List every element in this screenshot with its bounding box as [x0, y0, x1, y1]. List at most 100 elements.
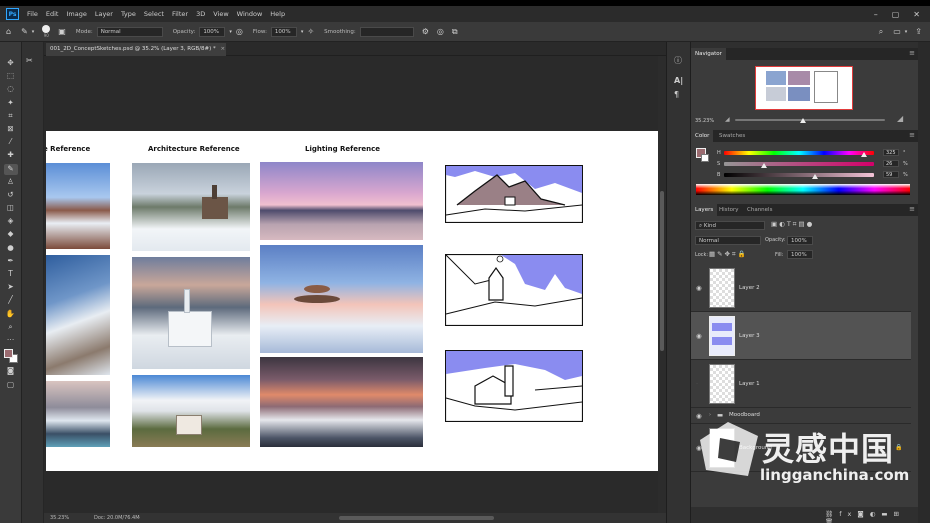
saturation-slider[interactable]	[724, 162, 874, 166]
layer-row-layer-3[interactable]: ◉ Layer 3	[691, 312, 911, 360]
brush-tool-icon[interactable]: ✎	[21, 27, 28, 37]
fill-input[interactable]: 100%	[787, 250, 813, 259]
menu-select[interactable]: Select	[144, 10, 164, 18]
close-tab-icon[interactable]: ×	[221, 46, 226, 52]
chevron-down-icon[interactable]: ▾	[32, 27, 35, 37]
opacity-chevron-icon[interactable]: ▾	[229, 27, 232, 37]
marquee-tool-icon[interactable]: ⬚	[4, 71, 18, 82]
brightness-slider[interactable]	[724, 173, 874, 177]
saturation-value[interactable]: 26	[883, 160, 899, 167]
pen-tool-icon[interactable]: ✒	[4, 256, 18, 267]
layer-filter-kind[interactable]: ⌕ Kind	[695, 221, 765, 230]
flow-input[interactable]: 100%	[270, 26, 297, 37]
screen-mode-icon[interactable]: ▢	[4, 380, 18, 391]
layer-opacity-input[interactable]: 100%	[787, 236, 813, 245]
eraser-icon[interactable]: ◫	[4, 203, 18, 214]
panel-menu-icon[interactable]: ≡	[909, 49, 915, 57]
workspace-chevron-icon[interactable]: ▾	[905, 27, 908, 37]
move-tool-icon[interactable]: ✥	[4, 58, 18, 69]
layer-filter-icons[interactable]: ▣◐T⌗▤●	[771, 220, 814, 229]
magic-wand-icon[interactable]: ✦	[4, 98, 18, 109]
more-tools-icon[interactable]: ⋯	[4, 335, 18, 346]
moodboard-artboard[interactable]: e Reference Architecture Reference Light…	[46, 131, 658, 471]
channels-tab[interactable]: Channels	[743, 204, 776, 216]
horizontal-scroll-thumb[interactable]	[339, 516, 494, 520]
zoom-tool-icon[interactable]: ⌕	[4, 322, 18, 333]
lock-icons[interactable]: ▦✎✥⌗🔒	[709, 250, 748, 259]
menu-edit[interactable]: Edit	[46, 10, 59, 18]
color-swatches[interactable]	[3, 348, 19, 364]
vertical-scroll-thumb[interactable]	[660, 191, 664, 351]
menu-window[interactable]: Window	[237, 10, 263, 18]
swatches-tab[interactable]: Swatches	[715, 130, 749, 142]
brush-settings-icon[interactable]: ▣	[58, 27, 66, 37]
clone-stamp-icon[interactable]: ♙	[4, 177, 18, 188]
info-icon[interactable]: ⓘ	[674, 56, 682, 66]
menu-image[interactable]: Image	[66, 10, 86, 18]
crop-tool-icon[interactable]: ⌗	[4, 111, 18, 122]
history-brush-icon[interactable]: ↺	[4, 190, 18, 201]
blend-mode-select[interactable]: Normal	[695, 236, 761, 245]
quick-mask-icon[interactable]: ◙	[4, 366, 18, 377]
saturation-knob[interactable]	[761, 163, 767, 168]
color-panel-menu-icon[interactable]: ≡	[909, 131, 915, 139]
pressure-size-icon[interactable]: ◎	[437, 27, 444, 37]
eyedropper-icon[interactable]: ⁄	[4, 137, 18, 148]
mode-select[interactable]: Normal	[96, 26, 163, 37]
layers-tab[interactable]: Layers	[691, 204, 718, 216]
history-tab[interactable]: History	[715, 204, 743, 216]
hand-tool-icon[interactable]: ✋	[4, 309, 18, 320]
color-spectrum-ramp[interactable]	[696, 184, 910, 195]
color-tab[interactable]: Color	[691, 130, 714, 142]
home-icon[interactable]: ⌂	[6, 27, 11, 37]
blur-tool-icon[interactable]: ◆	[4, 229, 18, 240]
maximize-button[interactable]: ▢	[892, 10, 900, 19]
brightness-knob[interactable]	[812, 174, 818, 179]
symmetry-icon[interactable]: ⧉	[452, 27, 458, 37]
share-icon[interactable]: ⇪	[915, 27, 922, 37]
menu-view[interactable]: View	[213, 10, 228, 18]
zoom-in-icon[interactable]: ◢	[897, 114, 903, 123]
smoothing-input[interactable]	[359, 26, 414, 37]
brush-tool-icon[interactable]: ✎	[3, 163, 18, 175]
layer-name[interactable]: Layer 3	[739, 333, 760, 339]
type-tool-icon[interactable]: T	[4, 269, 18, 280]
pressure-opacity-icon[interactable]: ◎	[236, 27, 243, 37]
airbrush-icon[interactable]: ✧	[307, 27, 314, 37]
menu-help[interactable]: Help	[270, 10, 285, 18]
healing-brush-icon[interactable]: ✚	[4, 150, 18, 161]
path-selection-icon[interactable]: ➤	[4, 282, 18, 293]
opacity-input[interactable]: 100%	[199, 26, 226, 37]
menu-filter[interactable]: Filter	[172, 10, 188, 18]
hue-knob[interactable]	[861, 152, 867, 157]
brightness-value[interactable]: 59	[883, 171, 899, 178]
menu-type[interactable]: Type	[121, 10, 136, 18]
visibility-eye-icon[interactable]: ◉	[696, 332, 702, 340]
flow-chevron-icon[interactable]: ▾	[301, 27, 304, 37]
layer-name[interactable]: Layer 2	[739, 285, 760, 291]
dodge-tool-icon[interactable]: ●	[4, 243, 18, 254]
navigator-tab[interactable]: Navigator	[691, 48, 726, 60]
paint-bucket-icon[interactable]: ◈	[4, 216, 18, 227]
search-icon[interactable]: ⌕	[879, 27, 883, 37]
status-chevron-icon[interactable]: ›	[138, 513, 140, 523]
zoom-out-icon[interactable]: ◢	[725, 116, 730, 123]
line-tool-icon[interactable]: ╱	[4, 295, 18, 306]
layers-panel-menu-icon[interactable]: ≡	[909, 205, 915, 213]
scissors-icon[interactable]: ✂	[26, 56, 33, 66]
menu-3d[interactable]: 3D	[196, 10, 205, 18]
close-window-button[interactable]: ✕	[913, 10, 920, 19]
navigator-zoom-knob[interactable]	[800, 118, 806, 123]
navigator-preview[interactable]	[755, 66, 853, 110]
menu-layer[interactable]: Layer	[95, 10, 113, 18]
frame-tool-icon[interactable]: ⊠	[4, 124, 18, 135]
visibility-hidden-icon[interactable]: ·	[696, 380, 698, 388]
navigator-zoom-slider[interactable]	[735, 119, 885, 121]
foreground-color-swatch[interactable]	[3, 349, 13, 359]
canvas-vertical-scrollbar[interactable]	[658, 56, 666, 513]
hue-value[interactable]: 325	[883, 149, 899, 156]
color-background-swatch[interactable]	[701, 154, 709, 162]
navigator-zoom[interactable]: 35.23%	[695, 118, 714, 124]
document-tab[interactable]: 001_2D_ConceptSketches.psd @ 35.2% (Laye…	[46, 43, 226, 56]
gear-icon[interactable]: ⚙	[422, 27, 429, 37]
